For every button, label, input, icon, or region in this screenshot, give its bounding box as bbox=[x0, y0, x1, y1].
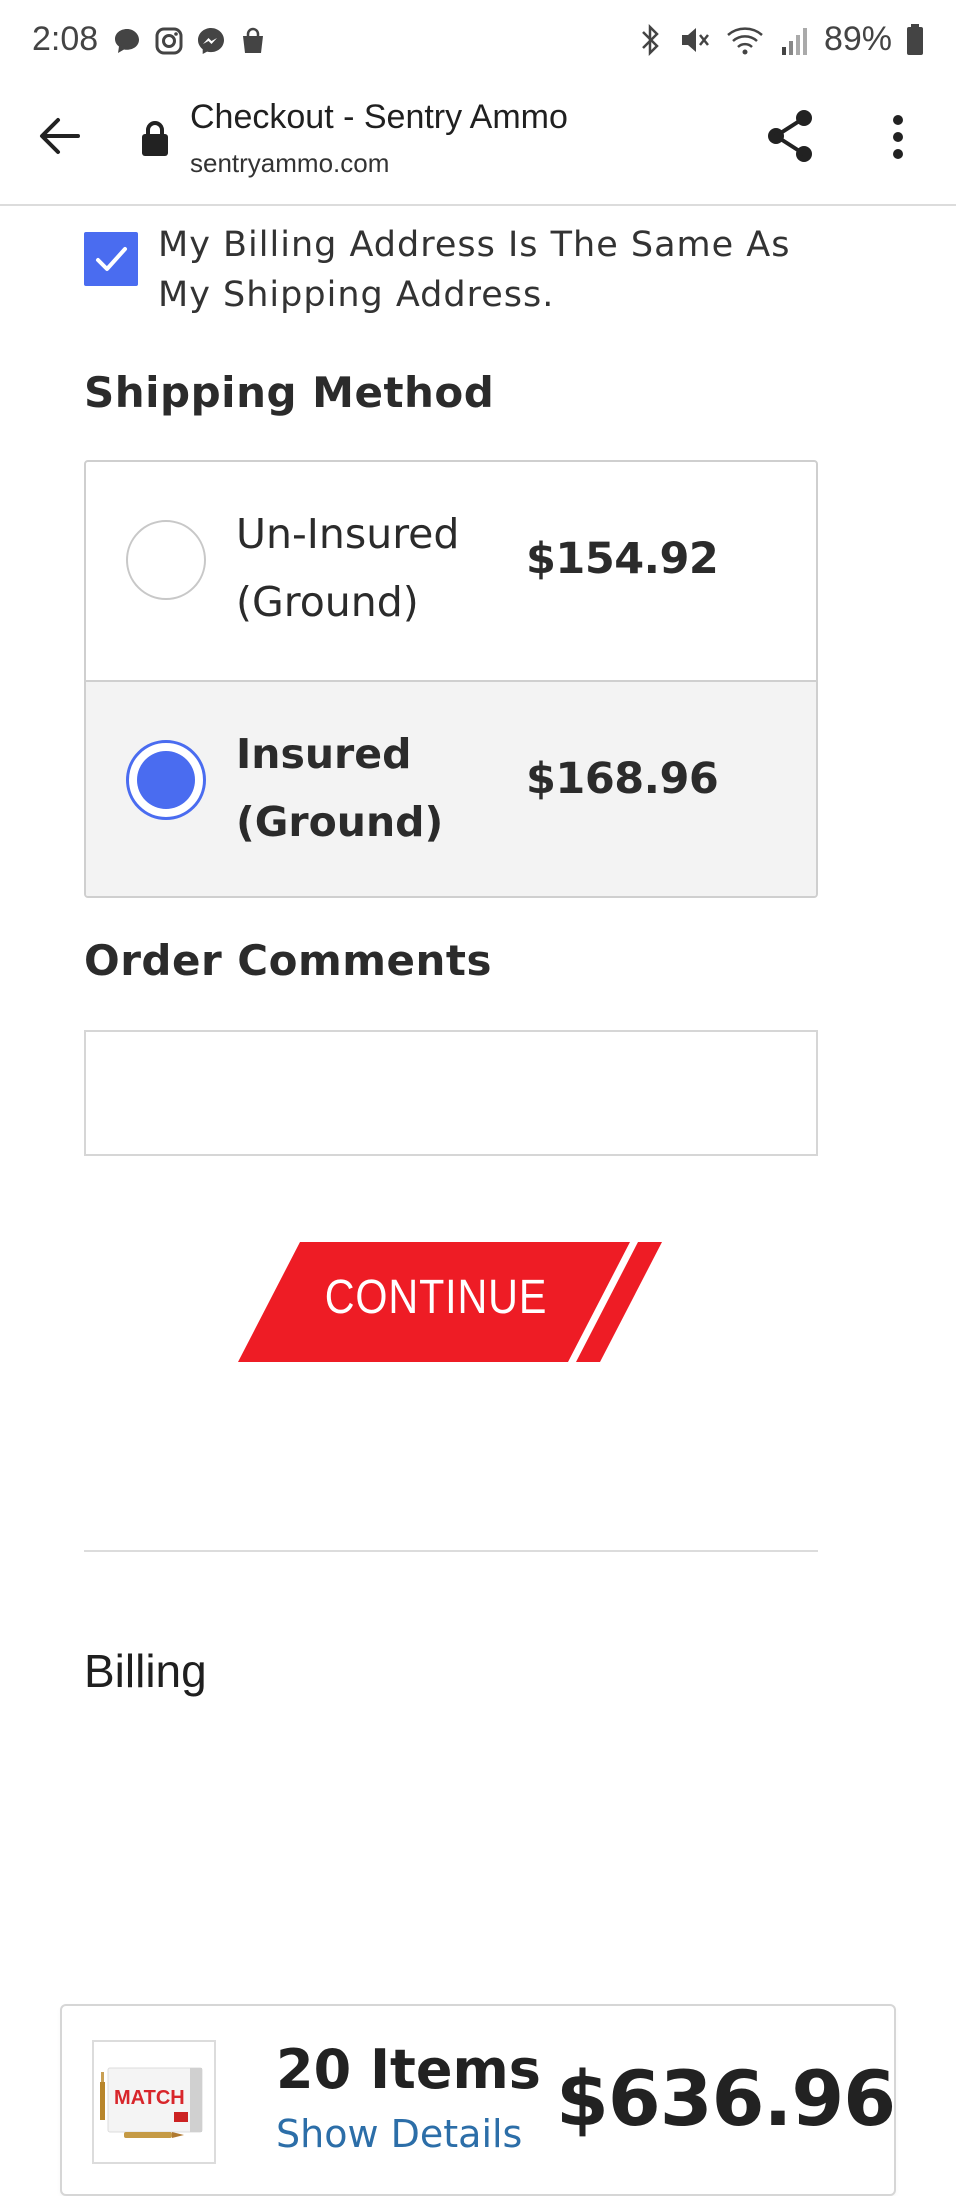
battery-percent: 89% bbox=[823, 20, 892, 58]
continue-label: CONTINUE bbox=[324, 1271, 548, 1324]
order-summary-bar[interactable]: MATCH 20 Items Show Details $636.96 bbox=[60, 2004, 896, 2196]
shipping-option-label: Insured (Ground) bbox=[236, 730, 444, 846]
bluetooth-icon bbox=[642, 23, 659, 56]
billing-same-checkbox[interactable] bbox=[84, 232, 138, 286]
shipping-option-price: $154.92 bbox=[526, 534, 719, 584]
back-arrow-icon[interactable] bbox=[34, 110, 86, 162]
lock-icon bbox=[142, 121, 168, 156]
page-title: Checkout - Sentry Ammo bbox=[190, 98, 568, 136]
order-total: $636.96 bbox=[556, 2054, 896, 2143]
share-icon[interactable] bbox=[764, 108, 816, 164]
shipping-method-title: Shipping Method bbox=[84, 368, 495, 417]
status-time: 2:08 bbox=[32, 20, 99, 58]
shipping-option-insured[interactable]: Insured (Ground) $168.96 bbox=[86, 680, 816, 896]
items-count: 20 Items bbox=[276, 2038, 541, 2101]
product-thumbnail: MATCH bbox=[92, 2040, 216, 2164]
order-comments-title: Order Comments bbox=[84, 936, 492, 985]
browser-toolbar: Checkout - Sentry Ammo sentryammo.com bbox=[0, 84, 956, 206]
ammo-box-image: MATCH bbox=[100, 2067, 203, 2138]
shipping-options: Un-Insured (Ground) $154.92 Insured (Gro… bbox=[84, 460, 818, 898]
shipping-option-label: Un-Insured (Ground) bbox=[236, 510, 460, 626]
mute-icon bbox=[681, 27, 709, 52]
shipping-option-uninsured[interactable]: Un-Insured (Ground) $154.92 bbox=[86, 462, 816, 680]
chat-bubble-icon bbox=[115, 29, 139, 53]
billing-heading: Billing bbox=[84, 1645, 207, 1697]
shopping-bag-icon bbox=[243, 27, 263, 53]
status-bar: 2:08 89% bbox=[0, 0, 956, 84]
messenger-icon bbox=[198, 28, 224, 54]
signal-icon bbox=[781, 27, 807, 55]
url-text[interactable]: sentryammo.com bbox=[190, 148, 389, 179]
shipping-radio-insured[interactable] bbox=[126, 740, 206, 820]
continue-button[interactable]: CONTINUE bbox=[238, 1242, 666, 1362]
show-details-link[interactable]: Show Details bbox=[276, 2112, 522, 2156]
status-right: 89% bbox=[638, 20, 924, 59]
shipping-option-price: $168.96 bbox=[526, 754, 719, 804]
product-box-text: MATCH bbox=[114, 2087, 185, 2109]
notification-icons bbox=[112, 26, 268, 56]
battery-icon bbox=[907, 23, 923, 55]
billing-same-label: My Billing Address Is The Same As My Shi… bbox=[158, 225, 791, 315]
order-comments-input[interactable] bbox=[84, 1030, 818, 1156]
more-menu-icon[interactable] bbox=[880, 112, 916, 162]
section-divider bbox=[84, 1550, 818, 1552]
instagram-icon bbox=[155, 27, 183, 55]
wifi-icon bbox=[727, 27, 763, 54]
shipping-radio-uninsured[interactable] bbox=[126, 520, 206, 600]
checkmark-icon bbox=[96, 247, 127, 271]
